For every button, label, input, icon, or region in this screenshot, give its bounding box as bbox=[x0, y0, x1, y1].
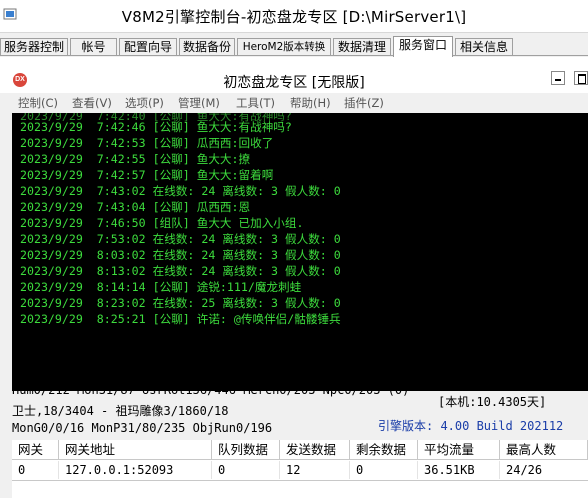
column-header-address[interactable]: 网关地址 bbox=[59, 440, 212, 460]
online-count: [在线:26/26/0] bbox=[438, 375, 535, 389]
minimize-button[interactable] bbox=[551, 71, 565, 85]
log-line: 2023/9/29 8:25:21 [公聊] 许诺: @传唤伴侣/骷髅锤兵 bbox=[20, 312, 341, 326]
app-title: V8M2引擎控制台-初恋盘龙专区 [D:\MirServer1\] bbox=[121, 8, 467, 26]
log-line: 2023/9/29 7:42:57 [公聊] 鱼大大:留着啊 bbox=[20, 168, 274, 182]
local-uptime: [本机:10.4305天] bbox=[438, 395, 547, 409]
menu-view[interactable]: 查看(V) bbox=[72, 95, 112, 111]
cell-max-users: 24/26 bbox=[506, 463, 543, 477]
log-line: 2023/9/29 8:14:14 [公聊] 途锐:111/魔龙刺蛙 bbox=[20, 280, 302, 294]
column-header-queue[interactable]: 队列数据 bbox=[212, 440, 280, 460]
menu-manage[interactable]: 管理(M) bbox=[178, 95, 220, 111]
mon-stats: MonG0/0/16 MonP31/80/235 ObjRun0/196 bbox=[12, 421, 273, 435]
cell-address: 127.0.0.1:52093 bbox=[59, 461, 212, 479]
column-header-avg-traffic[interactable]: 平均流量 bbox=[418, 440, 500, 460]
menu-control[interactable]: 控制(C) bbox=[18, 95, 58, 111]
log-line: 2023/9/29 7:42:53 [公聊] 瓜西西:回收了 bbox=[20, 136, 274, 150]
service-window-title: 初恋盘龙专区 [无限版] bbox=[223, 75, 365, 91]
cell-gateway: 0 bbox=[12, 461, 59, 479]
log-line: 2023/9/29 7:46:50 [组队] 鱼大大 已加入小组. bbox=[20, 216, 304, 230]
tab-config-wizard[interactable]: 配置向导 bbox=[119, 38, 177, 56]
cell-remaining: 0 bbox=[350, 461, 418, 479]
tab-data-cleanup[interactable]: 数据清理 bbox=[333, 38, 391, 56]
guard-stats: 卫士,18/3404 - 祖玛雕像3/1860/18 bbox=[12, 404, 229, 418]
main-tabs: 服务器控制 帐号 配置向导 数据备份 HeroM2版本转换 数据清理 服务窗口 … bbox=[0, 36, 588, 57]
restore-button[interactable] bbox=[574, 71, 588, 85]
tab-service-window[interactable]: 服务窗口 bbox=[393, 36, 453, 57]
log-line: 2023/9/29 7:42:55 [公聊] 鱼大大:撩 bbox=[20, 152, 251, 166]
column-header-max-users[interactable]: 最高人数 bbox=[500, 440, 588, 460]
column-header-sent[interactable]: 发送数据 bbox=[280, 440, 350, 460]
menu-options[interactable]: 选项(P) bbox=[125, 95, 164, 111]
tab-herom2-convert[interactable]: HeroM2版本转换 bbox=[237, 38, 331, 56]
cell-sent: 12 bbox=[280, 461, 350, 479]
run-stats: Run60/40 Soc0/0 Usr0/118 bbox=[12, 363, 186, 377]
menu-help[interactable]: 帮助(H) bbox=[290, 95, 331, 111]
cell-avg-traffic: 36.51KB bbox=[418, 461, 500, 479]
log-line: 2023/9/29 8:13:02 在线数: 24 离线数: 3 假人数: 0 bbox=[20, 264, 341, 278]
column-header-gateway[interactable]: 网关 bbox=[12, 440, 59, 460]
log-line: 2023/9/29 8:03:02 在线数: 24 离线数: 3 假人数: 0 bbox=[20, 248, 341, 262]
engine-version: 引擎版本: 4.00 Build 202112 bbox=[378, 419, 564, 433]
hum-stats: Hum0/212 Mon31/87 UsrRot156/446 Merch0/2… bbox=[12, 383, 410, 397]
log-line: 2023/9/29 7:43:04 [公聊] 瓜西西:恩 bbox=[20, 200, 251, 214]
engine-time: 引擎:25:28:58 [M][F] bbox=[262, 350, 402, 364]
socket-time-label: LbRunSocketTime bbox=[12, 345, 121, 359]
service-window: DX 初恋盘龙专区 [无限版] 控制(C) 查看(V) 选项(P) 管理(M) … bbox=[0, 57, 588, 498]
tab-data-backup[interactable]: 数据备份 bbox=[179, 38, 235, 56]
column-header-remaining[interactable]: 剩余数据 bbox=[350, 440, 418, 460]
menu-tools[interactable]: 工具(T) bbox=[236, 95, 275, 111]
app-title-bar: V8M2引擎控制台-初恋盘龙专区 [D:\MirServer1\] bbox=[0, 0, 588, 33]
tab-divider bbox=[0, 55, 588, 56]
gateway-table[interactable]: 网关 网关地址 队列数据 发送数据 剩余数据 平均流量 最高人数 0 127.0… bbox=[12, 440, 588, 498]
menu-plugins[interactable]: 插件(Z) bbox=[344, 95, 384, 111]
log-line: 2023/9/29 8:23:02 在线数: 25 离线数: 3 假人数: 0 bbox=[20, 296, 341, 310]
cell-queue: 0 bbox=[212, 461, 280, 479]
log-line: 2023/9/29 7:43:02 在线数: 24 离线数: 3 假人数: 0 bbox=[20, 184, 341, 198]
tab-account[interactable]: 帐号 bbox=[70, 38, 117, 56]
log-line: 2023/9/29 7:42:46 [公聊] 鱼大大:有战神吗? bbox=[20, 120, 292, 134]
table-divider bbox=[12, 480, 588, 481]
menu-bar: 控制(C) 查看(V) 选项(P) 管理(M) 工具(T) 帮助(H) 插件(Z… bbox=[0, 93, 588, 111]
tab-related-info[interactable]: 相关信息 bbox=[455, 38, 513, 56]
service-window-title-bar: DX 初恋盘龙专区 [无限版] bbox=[0, 57, 588, 93]
tab-server-control[interactable]: 服务器控制 bbox=[0, 38, 68, 56]
log-line: 2023/9/29 7:53:02 在线数: 24 离线数: 3 假人数: 0 bbox=[20, 232, 341, 246]
refresh-monster-count: [刷怪:34870] bbox=[438, 350, 520, 364]
